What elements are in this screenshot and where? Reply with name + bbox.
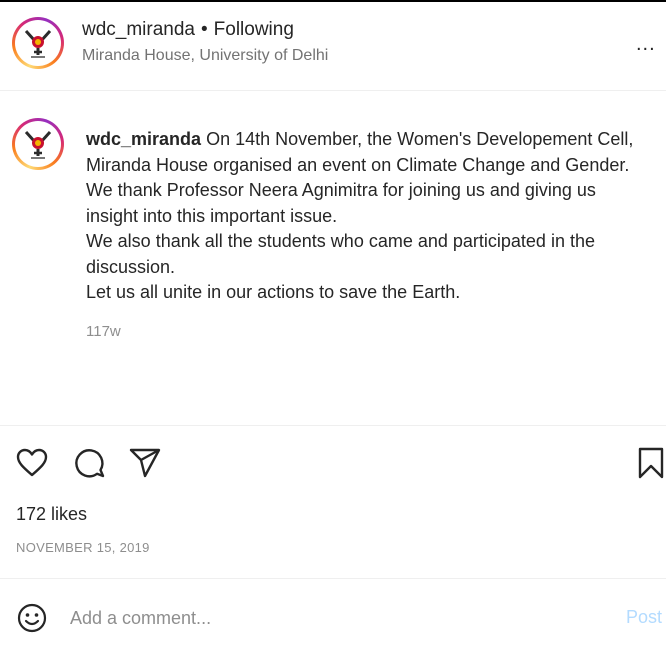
comment-bar: Post — [0, 579, 666, 645]
emoji-icon[interactable] — [16, 602, 48, 634]
more-icon[interactable]: ... — [636, 34, 656, 54]
caption-line-text: On 14th November, the Women's Developeme… — [206, 129, 634, 149]
action-section: 172 likes NOVEMBER 15, 2019 — [0, 426, 666, 579]
avatar[interactable] — [12, 17, 64, 69]
caption-line: We thank Professor Neera Agnimitra for j… — [86, 180, 596, 200]
follow-status-button[interactable]: Following — [214, 19, 294, 40]
caption-line: insight into this important issue. — [86, 205, 338, 226]
caption-line: We also thank all the students who came … — [86, 231, 595, 251]
caption-text: wdc_miranda On 14th November, the Women'… — [86, 127, 666, 306]
avatar-logo-icon — [24, 29, 52, 58]
caption-line-1: wdc_miranda On 14th November, the Women'… — [86, 127, 666, 153]
share-icon[interactable] — [128, 446, 162, 480]
separator-dot: • — [201, 19, 208, 40]
header-title: wdc_miranda • Following — [82, 19, 294, 41]
comment-input[interactable] — [70, 603, 590, 633]
likes-count[interactable]: 172 likes — [16, 504, 87, 525]
location-link[interactable]: Miranda House, University of Delhi — [82, 47, 328, 65]
header-username[interactable]: wdc_miranda — [82, 19, 195, 40]
post-button[interactable]: Post — [626, 607, 662, 628]
caption-section: wdc_miranda On 14th November, the Women'… — [0, 91, 666, 426]
caption-line: Let us all unite in our actions to save … — [86, 282, 461, 302]
post-age: 117w — [86, 323, 121, 340]
post-date: NOVEMBER 15, 2019 — [16, 540, 150, 555]
bookmark-icon[interactable] — [634, 446, 666, 480]
caption-avatar[interactable] — [12, 118, 64, 170]
caption-line: discussion. — [86, 256, 176, 277]
post-header: wdc_miranda • Following Miranda House, Uni… — [0, 2, 666, 91]
comment-icon[interactable] — [72, 446, 106, 480]
avatar-logo-icon — [24, 130, 52, 159]
heart-icon[interactable] — [15, 446, 49, 480]
caption-username[interactable]: wdc_miranda — [86, 129, 201, 149]
caption-line: Miranda House organised an event on Clim… — [86, 154, 630, 175]
